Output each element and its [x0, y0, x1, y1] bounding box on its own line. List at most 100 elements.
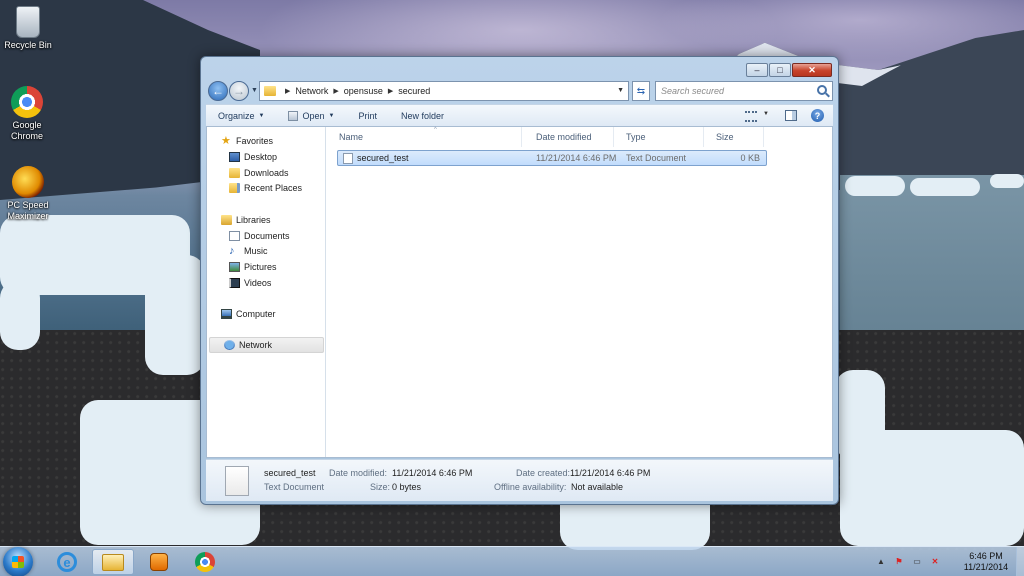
- file-row[interactable]: secured_test 11/21/2014 6:46 PM Text Doc…: [337, 150, 767, 166]
- show-desktop-button[interactable]: [1016, 547, 1024, 576]
- refresh-icon: ⇆: [636, 85, 646, 97]
- details-offline-label: Offline availability:: [494, 482, 567, 492]
- details-pane: secured_test Text Document Date modified…: [206, 459, 833, 501]
- nav-item-downloads[interactable]: Downloads: [207, 165, 325, 181]
- windows-explorer-icon: [102, 553, 124, 571]
- desktop-icon-pc-speed-maximizer[interactable]: PC Speed Maximizer: [0, 166, 58, 222]
- taskbar-chrome[interactable]: [184, 549, 226, 575]
- details-date-created-label: Date created:: [516, 468, 571, 478]
- nav-item-label: Libraries: [236, 215, 271, 225]
- column-header-label: Date modified: [536, 132, 592, 142]
- view-options-dropdown-icon[interactable]: ▼: [763, 111, 769, 117]
- taskbar-media-player[interactable]: [138, 549, 180, 575]
- wallpaper-ice: [840, 430, 1024, 546]
- chevron-right-icon[interactable]: ▶: [285, 87, 290, 95]
- forward-arrow-icon: →: [233, 84, 245, 98]
- organize-button[interactable]: Organize ▼: [206, 105, 276, 127]
- close-button[interactable]: ✕: [792, 63, 832, 77]
- downloads-icon: [229, 168, 240, 178]
- wallpaper-ice: [0, 280, 40, 350]
- open-button[interactable]: Open ▼: [276, 105, 346, 127]
- nav-item-label: Downloads: [244, 168, 289, 178]
- open-label: Open: [302, 110, 325, 121]
- nav-item-videos[interactable]: Videos: [207, 275, 325, 291]
- column-header-size[interactable]: Size: [704, 127, 764, 147]
- search-icon[interactable]: [817, 85, 827, 95]
- search-box[interactable]: [655, 81, 833, 101]
- breadcrumb-opensuse[interactable]: opensuse: [344, 86, 383, 96]
- text-document-icon: [225, 466, 249, 496]
- nav-item-label: Favorites: [236, 136, 274, 146]
- breadcrumb-secured[interactable]: secured: [398, 86, 430, 96]
- refresh-button[interactable]: ⇆: [632, 81, 650, 101]
- wallpaper-ice: [990, 174, 1024, 188]
- minimize-button[interactable]: –: [746, 63, 768, 77]
- nav-item-label: Computer: [236, 309, 276, 319]
- taskbar-windows-explorer[interactable]: [92, 549, 134, 575]
- wallpaper-ice: [910, 178, 980, 196]
- media-player-icon: [150, 553, 168, 571]
- column-header-date-modified[interactable]: Date modified: [524, 127, 614, 147]
- file-size: 0 KB: [740, 153, 760, 163]
- address-bar[interactable]: ▶ Network ▶ opensuse ▶ secured ▼: [259, 81, 629, 101]
- network-status-icon[interactable]: ▭: [911, 555, 923, 567]
- nav-item-libraries[interactable]: Libraries: [207, 212, 325, 228]
- address-dropdown-icon[interactable]: ▼: [617, 87, 624, 94]
- chevron-right-icon[interactable]: ▶: [333, 87, 338, 95]
- chevron-right-icon[interactable]: ▶: [388, 87, 393, 95]
- back-button[interactable]: ←: [208, 81, 228, 101]
- file-type: Text Document: [626, 153, 687, 163]
- wallpaper-ice: [145, 255, 205, 375]
- recent-pages-dropdown-icon[interactable]: ▼: [251, 87, 258, 94]
- taskbar-internet-explorer[interactable]: e: [46, 549, 88, 575]
- clock-date: 11/21/2014: [963, 562, 1009, 572]
- nav-item-favorites[interactable]: ★ Favorites: [207, 133, 325, 149]
- file-name: secured_test: [357, 153, 409, 163]
- print-button[interactable]: Print: [346, 105, 389, 127]
- start-button[interactable]: [3, 547, 33, 576]
- recycle-bin-icon: [16, 6, 40, 38]
- show-hidden-icons-icon[interactable]: ▲: [875, 555, 887, 567]
- nav-item-recent-places[interactable]: Recent Places: [207, 180, 325, 196]
- breadcrumb-network[interactable]: Network: [295, 86, 328, 96]
- nav-item-label: Network: [239, 340, 273, 350]
- taskbar: e ▲ ⚑ ▭ ✕ 6:46 PM 11/21/2014: [0, 546, 1024, 576]
- change-view-icon[interactable]: [745, 111, 757, 122]
- notepad-icon: [288, 110, 299, 121]
- desktop-icon-recycle-bin[interactable]: Recycle Bin: [0, 6, 58, 51]
- star-icon: ★: [221, 135, 231, 147]
- nav-item-desktop[interactable]: Desktop: [207, 149, 325, 165]
- details-size-label: Size:: [370, 482, 391, 492]
- column-header-label: Size: [716, 132, 734, 142]
- column-header-type[interactable]: Type: [614, 127, 704, 147]
- pc-speed-maximizer-icon: [12, 166, 44, 198]
- organize-label: Organize: [218, 110, 255, 121]
- nav-item-label: Pictures: [244, 262, 277, 272]
- content-area: ★ Favorites Desktop Downloads Recent Pla…: [206, 126, 833, 458]
- wallpaper-ice: [845, 176, 905, 196]
- volume-muted-icon[interactable]: ✕: [929, 555, 941, 567]
- help-icon[interactable]: ?: [811, 109, 824, 122]
- desktop-icon-google-chrome[interactable]: Google Chrome: [0, 86, 57, 142]
- maximize-button[interactable]: □: [769, 63, 791, 77]
- nav-item-pictures[interactable]: Pictures: [207, 259, 325, 275]
- preview-pane-icon[interactable]: [785, 110, 797, 121]
- nav-item-music[interactable]: ♪ Music: [207, 243, 325, 259]
- nav-item-computer[interactable]: Computer: [207, 306, 325, 322]
- nav-item-network[interactable]: Network: [209, 337, 324, 353]
- new-folder-button[interactable]: New folder: [389, 105, 456, 127]
- forward-button[interactable]: →: [229, 81, 249, 101]
- column-header-name[interactable]: Name: [327, 127, 522, 147]
- documents-icon: [229, 231, 240, 241]
- videos-icon: [229, 278, 240, 288]
- details-date-modified-label: Date modified:: [329, 468, 388, 478]
- command-bar: Organize ▼ Open ▼ Print New folder ▼ ?: [206, 104, 833, 126]
- navigation-pane: ★ Favorites Desktop Downloads Recent Pla…: [207, 127, 326, 457]
- search-input[interactable]: [661, 86, 811, 96]
- desktop-icon: [229, 152, 240, 162]
- details-file-name: secured_test: [264, 468, 316, 478]
- action-center-warning-icon[interactable]: ⚑: [893, 555, 905, 567]
- nav-item-documents[interactable]: Documents: [207, 228, 325, 244]
- computer-icon: [221, 309, 232, 319]
- taskbar-clock[interactable]: 6:46 PM 11/21/2014: [958, 551, 1014, 573]
